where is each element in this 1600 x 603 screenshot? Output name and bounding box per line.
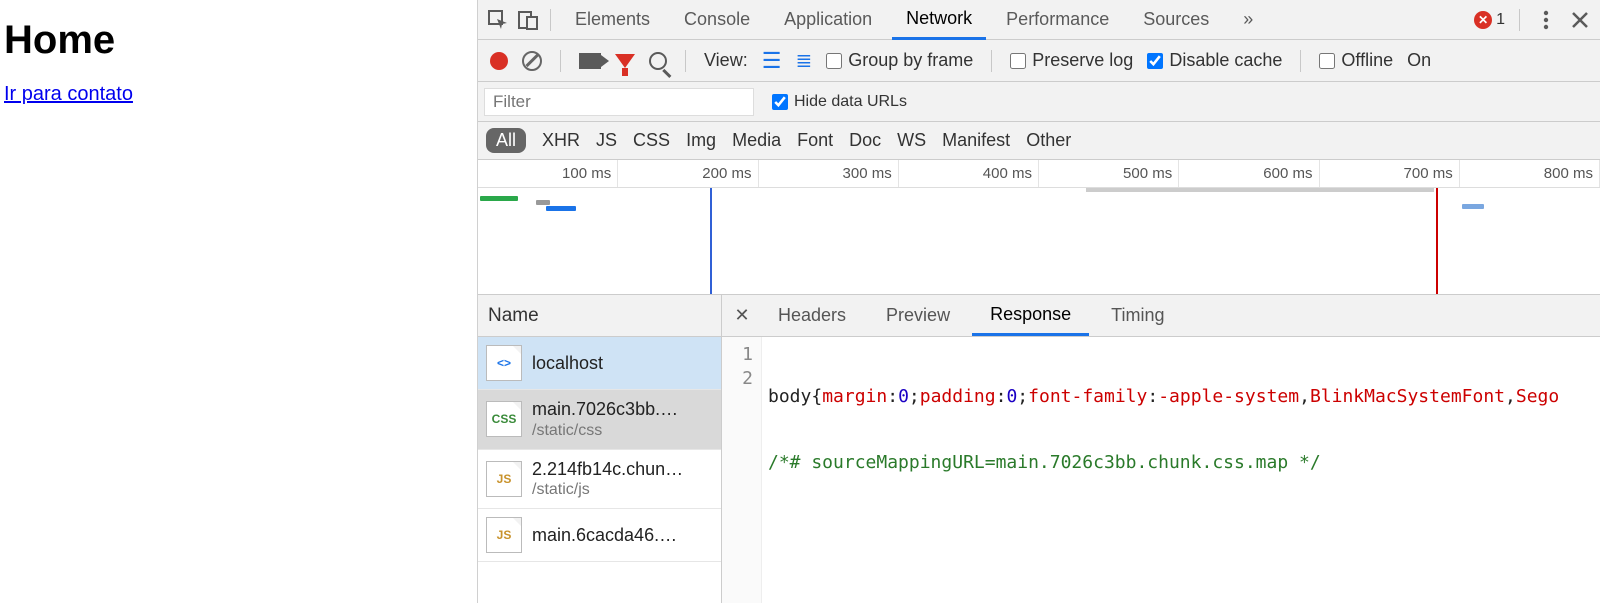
file-icon-html: <> <box>486 345 522 381</box>
timeline-body <box>478 188 1600 295</box>
filter-input[interactable] <box>484 88 754 116</box>
request-list: Name <> localhost CSS main.7026c3bb.… /s… <box>478 295 722 603</box>
type-js[interactable]: JS <box>596 130 617 151</box>
divider <box>1300 50 1301 72</box>
divider <box>1519 9 1520 31</box>
hide-data-urls-checkbox[interactable]: Hide data URLs <box>772 93 907 111</box>
request-row-main-js[interactable]: JS main.6cacda46.… <box>478 509 721 562</box>
timeline-bar <box>480 196 518 201</box>
error-icon: ✕ <box>1474 11 1492 29</box>
type-css[interactable]: CSS <box>633 130 670 151</box>
error-count: 1 <box>1496 11 1505 29</box>
file-icon-js: JS <box>486 517 522 553</box>
detail-tab-response[interactable]: Response <box>972 296 1089 336</box>
disable-cache-checkbox[interactable]: Disable cache <box>1147 50 1282 71</box>
timeline-bar <box>546 206 576 211</box>
filter-icon[interactable] <box>615 54 635 68</box>
timeline-bar <box>1462 204 1484 209</box>
type-xhr[interactable]: XHR <box>542 130 580 151</box>
type-manifest[interactable]: Manifest <box>942 130 1010 151</box>
timeline-marker-blue <box>710 188 712 295</box>
type-filter-bar: All XHR JS CSS Img Media Font Doc WS Man… <box>478 122 1600 160</box>
error-badge[interactable]: ✕ 1 <box>1474 11 1505 29</box>
request-list-header[interactable]: Name <box>478 295 721 337</box>
inspect-icon[interactable] <box>486 8 510 32</box>
divider <box>550 9 551 31</box>
close-icon[interactable] <box>1568 8 1592 32</box>
tab-sources[interactable]: Sources <box>1129 1 1223 38</box>
timeline-bar <box>536 200 550 205</box>
request-row-main-css[interactable]: CSS main.7026c3bb.… /static/css <box>478 390 721 450</box>
type-media[interactable]: Media <box>732 130 781 151</box>
divider <box>991 50 992 72</box>
detail-close-icon[interactable]: ✕ <box>728 302 756 330</box>
type-img[interactable]: Img <box>686 130 716 151</box>
divider <box>685 50 686 72</box>
tab-console[interactable]: Console <box>670 1 764 38</box>
preserve-log-checkbox[interactable]: Preserve log <box>1010 50 1133 71</box>
type-other[interactable]: Other <box>1026 130 1071 151</box>
tab-elements[interactable]: Elements <box>561 1 664 38</box>
large-rows-icon[interactable]: ☰ <box>762 48 782 74</box>
page-title: Home <box>4 18 473 63</box>
type-all[interactable]: All <box>486 128 526 153</box>
kebab-icon[interactable] <box>1534 8 1558 32</box>
tab-network[interactable]: Network <box>892 0 986 40</box>
type-doc[interactable]: Doc <box>849 130 881 151</box>
divider <box>560 50 561 72</box>
source: body{margin:0;padding:0;font-family:-app… <box>762 337 1600 603</box>
offline-checkbox[interactable]: Offline <box>1319 50 1393 71</box>
file-icon-css: CSS <box>486 401 522 437</box>
page-link[interactable]: Ir para contato <box>4 83 133 105</box>
online-dropdown[interactable]: On <box>1407 50 1431 71</box>
screenshot-icon[interactable] <box>579 53 601 69</box>
record-button[interactable] <box>490 52 508 70</box>
request-detail: ✕ Headers Preview Response Timing 1 2 bo… <box>722 295 1600 603</box>
clear-button[interactable] <box>522 51 542 71</box>
timeline-overview[interactable]: 100 ms 200 ms 300 ms 400 ms 500 ms 600 m… <box>478 160 1600 295</box>
waterfall-icon[interactable]: ≣ <box>795 48 812 73</box>
gutter: 1 2 <box>722 337 762 603</box>
tabs-overflow[interactable]: » <box>1229 1 1267 38</box>
device-icon[interactable] <box>516 8 540 32</box>
page-content: Home Ir para contato <box>0 0 477 603</box>
detail-tabstrip: ✕ Headers Preview Response Timing <box>722 295 1600 337</box>
network-toolbar: View: ☰ ≣ Group by frame Preserve log Di… <box>478 40 1600 82</box>
devtools-panel: Elements Console Application Network Per… <box>477 0 1600 603</box>
type-font[interactable]: Font <box>797 130 833 151</box>
timeline-ruler: 100 ms 200 ms 300 ms 400 ms 500 ms 600 m… <box>478 160 1600 188</box>
timeline-range <box>1086 188 1434 192</box>
detail-tab-timing[interactable]: Timing <box>1093 297 1182 334</box>
detail-tab-preview[interactable]: Preview <box>868 297 968 334</box>
network-bottom: Name <> localhost CSS main.7026c3bb.… /s… <box>478 295 1600 603</box>
tab-application[interactable]: Application <box>770 1 886 38</box>
view-label: View: <box>704 50 748 71</box>
search-icon[interactable] <box>649 52 667 70</box>
tab-performance[interactable]: Performance <box>992 1 1123 38</box>
detail-tab-headers[interactable]: Headers <box>760 297 864 334</box>
timeline-marker-red <box>1436 188 1438 295</box>
group-by-frame-checkbox[interactable]: Group by frame <box>826 50 973 71</box>
type-ws[interactable]: WS <box>897 130 926 151</box>
request-row-localhost[interactable]: <> localhost <box>478 337 721 390</box>
file-icon-js: JS <box>486 461 522 497</box>
response-body[interactable]: 1 2 body{margin:0;padding:0;font-family:… <box>722 337 1600 603</box>
filter-bar: Hide data URLs <box>478 82 1600 122</box>
devtools-tabstrip: Elements Console Application Network Per… <box>478 0 1600 40</box>
request-row-chunk-js[interactable]: JS 2.214fb14c.chun… /static/js <box>478 450 721 510</box>
